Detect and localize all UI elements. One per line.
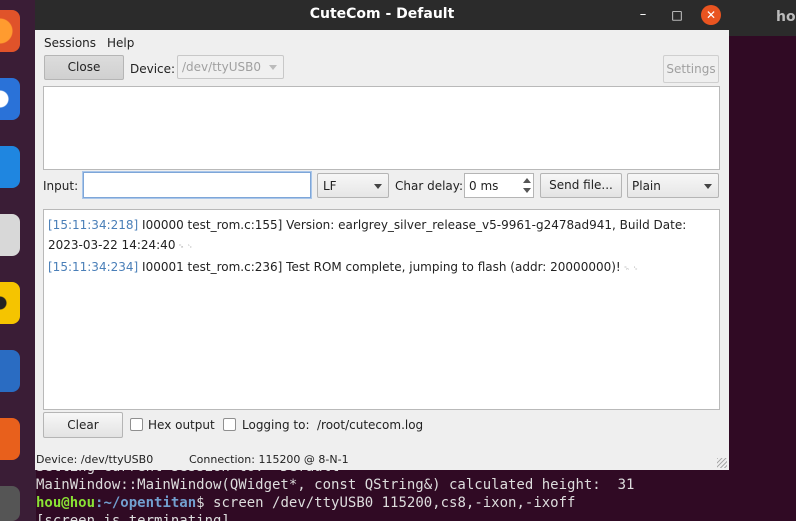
device-label: Device: xyxy=(130,62,176,76)
format-select[interactable]: Plain xyxy=(627,173,719,198)
firefox-icon[interactable] xyxy=(0,10,20,52)
spin-down-icon[interactable] xyxy=(523,188,531,193)
window-title: CuteCom - Default xyxy=(309,6,455,22)
output-text: I00001 test_rom.c:236] Test ROM complete… xyxy=(138,260,621,274)
terminal-line: [screen is terminating] xyxy=(36,513,230,521)
cutecom-window: CuteCom - Default – □ ✕ Sessions Help Cl… xyxy=(35,0,729,470)
send-file-button[interactable]: Send file... xyxy=(540,173,622,198)
minimize-icon[interactable]: – xyxy=(633,5,653,25)
input-history-list[interactable] xyxy=(43,86,720,170)
device-select[interactable]: /dev/ttyUSB0 xyxy=(177,55,284,79)
terminal-prompt-line: hou@hou:~/opentitan$ screen /dev/ttyUSB0… xyxy=(36,494,796,512)
chevron-down-icon xyxy=(704,184,712,189)
settings-button[interactable]: Settings xyxy=(663,55,719,83)
terminal-path: :~/opentitan xyxy=(95,495,197,511)
input-label: Input: xyxy=(43,179,79,193)
control-chars-icon: ␍ ␊ xyxy=(175,242,194,251)
input-field[interactable] xyxy=(83,172,311,198)
help-icon[interactable] xyxy=(0,146,20,188)
output-line: [15:11:34:234] I00001 test_rom.c:236] Te… xyxy=(48,257,715,279)
log-path[interactable]: /root/cutecom.log xyxy=(317,418,423,432)
close-icon[interactable]: ✕ xyxy=(701,5,721,25)
menu-help[interactable]: Help xyxy=(107,36,134,50)
output-text: I00000 test_rom.c:155] Version: earlgrey… xyxy=(48,218,687,252)
control-chars-icon: ␍ ␊ xyxy=(620,264,639,273)
menubar: Sessions Help xyxy=(35,30,729,54)
terminal-user: hou@hou xyxy=(36,495,96,511)
chevron-down-icon xyxy=(374,184,382,189)
terminal-dock-icon[interactable] xyxy=(0,486,20,521)
window-titlebar[interactable]: CuteCom - Default – □ ✕ xyxy=(35,0,729,30)
software-icon[interactable] xyxy=(0,418,20,460)
close-device-button[interactable]: Close xyxy=(44,55,124,80)
line-end-select[interactable]: LF xyxy=(317,173,389,198)
hex-output-checkbox[interactable] xyxy=(130,418,143,431)
logging-label[interactable]: Logging to: xyxy=(242,418,310,432)
writer-icon[interactable] xyxy=(0,350,20,392)
rhythmbox-icon[interactable] xyxy=(0,282,20,324)
clear-button[interactable]: Clear xyxy=(43,412,123,438)
output-line: [15:11:34:218] I00000 test_rom.c:155] Ve… xyxy=(48,215,715,257)
chevron-down-icon xyxy=(269,65,277,70)
char-delay-value: 0 ms xyxy=(469,179,499,193)
hex-output-label[interactable]: Hex output xyxy=(148,418,215,432)
line-end-value: LF xyxy=(323,179,337,193)
files-icon[interactable] xyxy=(0,214,20,256)
launcher-dock xyxy=(0,0,36,521)
device-select-value: /dev/ttyUSB0 xyxy=(182,60,261,74)
char-delay-spinbox[interactable]: 0 ms xyxy=(464,173,534,198)
spin-up-icon[interactable] xyxy=(523,178,531,183)
maximize-icon[interactable]: □ xyxy=(667,5,687,25)
menu-sessions[interactable]: Sessions xyxy=(44,36,96,50)
format-value: Plain xyxy=(632,179,661,193)
status-connection: Connection: 115200 @ 8-N-1 xyxy=(189,453,349,466)
char-delay-label: Char delay: xyxy=(395,179,464,193)
thunderbird-icon[interactable] xyxy=(0,78,20,120)
output-timestamp: [15:11:34:234] xyxy=(48,260,139,274)
logging-checkbox[interactable] xyxy=(223,418,236,431)
statusbar: Device: /dev/ttyUSB0 Connection: 115200 … xyxy=(35,452,729,470)
resize-grip-icon[interactable] xyxy=(717,458,727,468)
status-device: Device: /dev/ttyUSB0 xyxy=(36,453,154,466)
terminal-title: ho xyxy=(776,9,796,25)
terminal-command: $ screen /dev/ttyUSB0 115200,cs8,-ixon,-… xyxy=(196,495,576,511)
terminal-line: MainWindow::MainWindow(QWidget*, const Q… xyxy=(36,477,635,493)
serial-output[interactable]: [15:11:34:218] I00000 test_rom.c:155] Ve… xyxy=(43,209,720,410)
output-timestamp: [15:11:34:218] xyxy=(48,218,139,232)
